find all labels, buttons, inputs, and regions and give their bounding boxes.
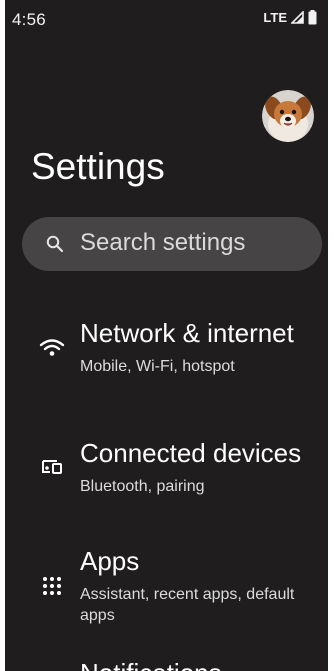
settings-item-title: Connected devices xyxy=(80,438,302,468)
account-avatar[interactable] xyxy=(262,90,314,142)
search-placeholder: Search settings xyxy=(80,229,246,256)
connected-devices-icon xyxy=(42,460,62,474)
signal-icon xyxy=(291,11,304,24)
apps-grid-icon xyxy=(43,577,61,595)
settings-item-summary: Bluetooth, pairing xyxy=(80,478,205,495)
settings-item-title: Apps xyxy=(80,546,140,576)
page-title: Settings xyxy=(31,146,165,187)
status-bar: 4:56 LTE xyxy=(5,0,328,36)
settings-item-summary: Assistant, recent apps, default apps xyxy=(80,586,295,624)
network-type: LTE xyxy=(263,10,287,25)
settings-item-title: Network & internet xyxy=(80,318,294,348)
settings-item-network[interactable]: Network & internet Mobile, Wi-Fi, hotspo… xyxy=(5,312,328,392)
settings-item-summary: Mobile, Wi-Fi, hotspot xyxy=(80,358,235,375)
settings-item-notifications[interactable]: Notifications xyxy=(5,658,328,671)
dog-photo-avatar-icon xyxy=(262,90,314,142)
wifi-icon xyxy=(39,339,65,356)
status-time: 4:56 xyxy=(12,10,46,29)
search-icon xyxy=(46,235,64,253)
settings-item-connected-devices[interactable]: Connected devices Bluetooth, pairing xyxy=(5,432,328,512)
settings-screen: 4:56 LTE Settings Search settings Networ… xyxy=(5,0,328,671)
status-indicators: LTE xyxy=(263,10,317,25)
search-settings-bar[interactable]: Search settings xyxy=(22,217,322,271)
settings-item-title: Notifications xyxy=(80,658,222,671)
battery-icon xyxy=(308,10,317,25)
settings-item-apps[interactable]: Apps Assistant, recent apps, default app… xyxy=(5,546,328,636)
